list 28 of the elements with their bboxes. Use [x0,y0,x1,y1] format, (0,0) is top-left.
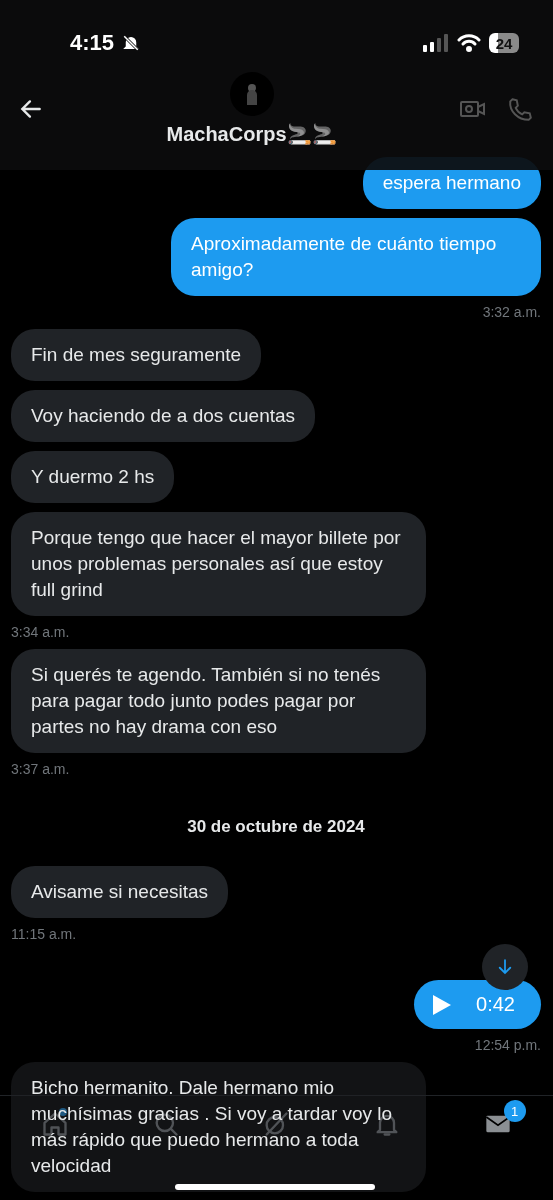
voice-duration: 0:42 [476,993,515,1016]
clock-time: 4:15 [70,30,115,56]
message-time: 3:32 a.m. [482,304,541,320]
phone-icon[interactable] [507,96,533,122]
unread-count: 1 [503,1100,526,1122]
message-time: 11:15 a.m. [11,926,77,942]
message-time: 12:54 p.m. [474,1037,541,1053]
message-bubble: Bicho hermanito. Dale hermano mio muchísimas gracias . Si voy a tardar voy lo más rápido que puedo hermano a toda velocidad [11,1062,426,1192]
message-bubble: Voy haciendo de a dos cuentas [11,390,316,442]
message-bubble: Avisame si necesitas [11,866,229,918]
message-bubble: Si querés te agendo. También si no tenés para pagar todo junto podes pagar por partes no hay drama con eso [11,649,426,753]
wifi-icon [457,34,481,52]
voice-message[interactable]: 0:42 [414,980,541,1029]
message-time: 3:34 a.m. [11,624,70,640]
signal-icon [423,34,449,52]
play-icon[interactable] [432,993,453,1016]
contact-name: MachaCorps🚬🚬 [166,122,337,146]
date-separator: 30 de octubre de 2024 [187,817,365,837]
message-bubble: Porque tengo que hacer el mayor billete por unos problemas personales así que estoy full grind [11,512,426,616]
message-time: 3:37 a.m. [11,761,70,777]
tab-bar-item[interactable]: 1 [465,1100,530,1156]
bell-off-icon [122,34,141,52]
figure-icon [244,83,259,105]
down-arrow-icon [496,958,514,976]
message-bubble: Y duermo 2 hs [11,451,175,503]
message-bubble: Fin de mes seguramente [11,329,262,381]
scroll-down-button[interactable] [482,944,528,990]
message-bubble: Aproximadamente de cuánto tiempo amigo? [171,218,541,296]
